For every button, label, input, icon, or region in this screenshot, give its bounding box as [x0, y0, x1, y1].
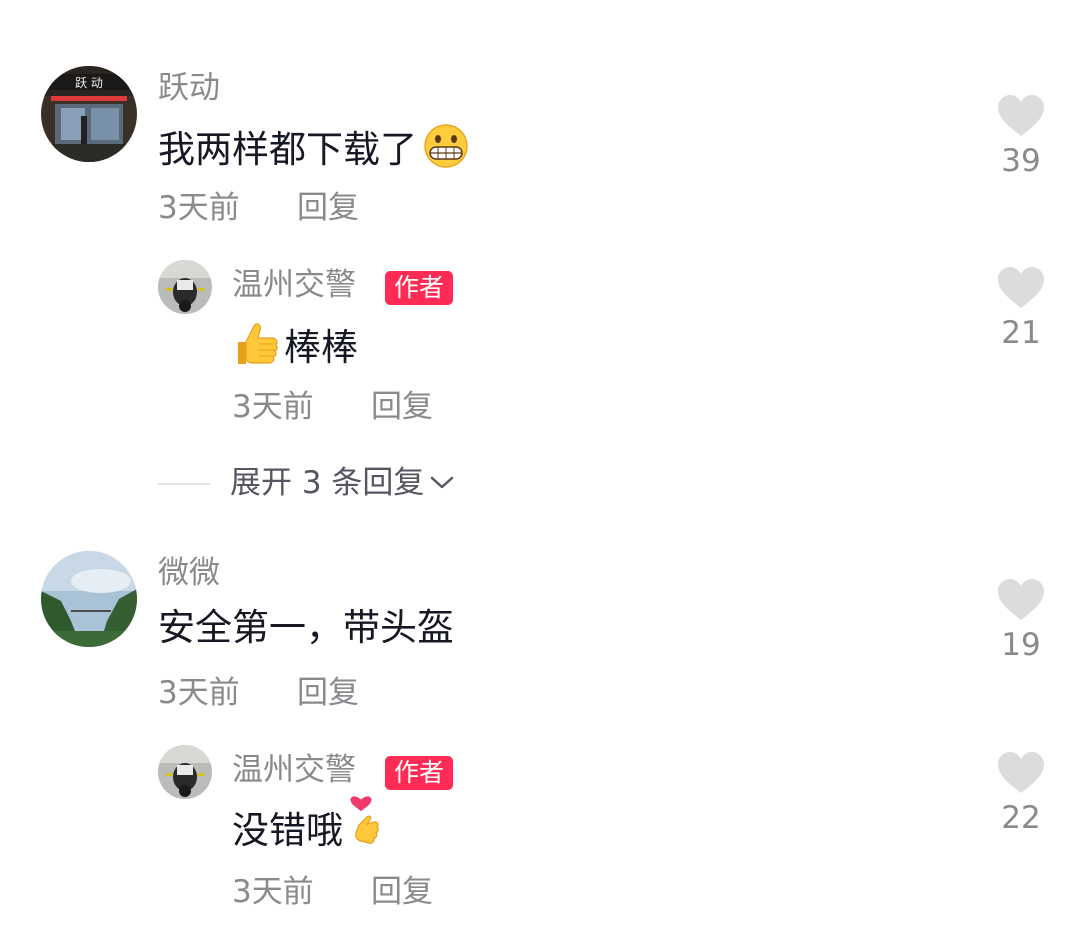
avatar-image-motorcycle — [158, 745, 212, 799]
reply-text: 没错哦 — [232, 796, 387, 855]
like-count: 22 — [1001, 800, 1041, 836]
finger-heart-icon — [347, 795, 387, 855]
avatar[interactable]: 跃 动 — [41, 66, 137, 162]
expand-replies-button[interactable]: 展开 3 条回复 — [158, 468, 456, 499]
clipped-previous-content — [360, 0, 450, 4]
reply-time: 3天前 — [232, 874, 314, 910]
author-badge: 作者 — [385, 756, 454, 790]
avatar-image-storefront: 跃 动 — [41, 66, 137, 162]
grinning-face-icon — [421, 124, 471, 174]
reply-text-content: 棒棒 — [284, 325, 358, 369]
reply-button[interactable]: 回复 — [297, 678, 359, 709]
comment-text-content: 我两样都下载了 — [158, 127, 417, 171]
avatar-image-motorcycle — [158, 260, 212, 314]
like-count: 39 — [1001, 143, 1041, 179]
chevron-down-icon — [428, 472, 456, 496]
thumbs-up-icon — [232, 320, 280, 374]
comment-username[interactable]: 跃动 — [158, 73, 220, 104]
like-count: 19 — [1001, 627, 1041, 663]
reply-text: 棒棒 — [232, 320, 358, 374]
heart-icon — [998, 579, 1044, 620]
like-button[interactable]: 19 — [986, 578, 1056, 661]
reply-username[interactable]: 温州交警 — [232, 270, 356, 301]
comment-username[interactable]: 微微 — [158, 558, 220, 589]
expand-replies-label: 展开 3 条回复 — [230, 465, 425, 501]
like-count: 21 — [1001, 315, 1041, 351]
comment-time: 3天前 — [158, 675, 240, 711]
comment-text: 我两样都下载了 — [158, 124, 471, 174]
comment-text: 安全第一，带头盔 — [158, 609, 454, 646]
avatar[interactable] — [158, 745, 212, 799]
divider-line — [158, 482, 210, 485]
heart-icon — [998, 95, 1044, 136]
author-badge: 作者 — [385, 271, 454, 305]
reply-text-content: 没错哦 — [232, 808, 343, 852]
comment-text-content: 安全第一，带头盔 — [158, 606, 454, 649]
like-button[interactable]: 39 — [986, 94, 1056, 177]
avatar-sign-text: 跃 动 — [75, 76, 103, 90]
avatar[interactable] — [41, 551, 137, 647]
like-button[interactable]: 22 — [986, 751, 1056, 834]
reply-time: 3天前 — [232, 389, 314, 425]
avatar-image-landscape — [41, 551, 137, 647]
heart-icon — [998, 752, 1044, 793]
reply-button[interactable]: 回复 — [371, 877, 433, 908]
reply-username[interactable]: 温州交警 — [232, 755, 356, 786]
like-button[interactable]: 21 — [986, 266, 1056, 349]
comment-time: 3天前 — [158, 190, 240, 226]
reply-button[interactable]: 回复 — [297, 193, 359, 224]
heart-icon — [998, 267, 1044, 308]
reply-button[interactable]: 回复 — [371, 392, 433, 423]
avatar[interactable] — [158, 260, 212, 314]
